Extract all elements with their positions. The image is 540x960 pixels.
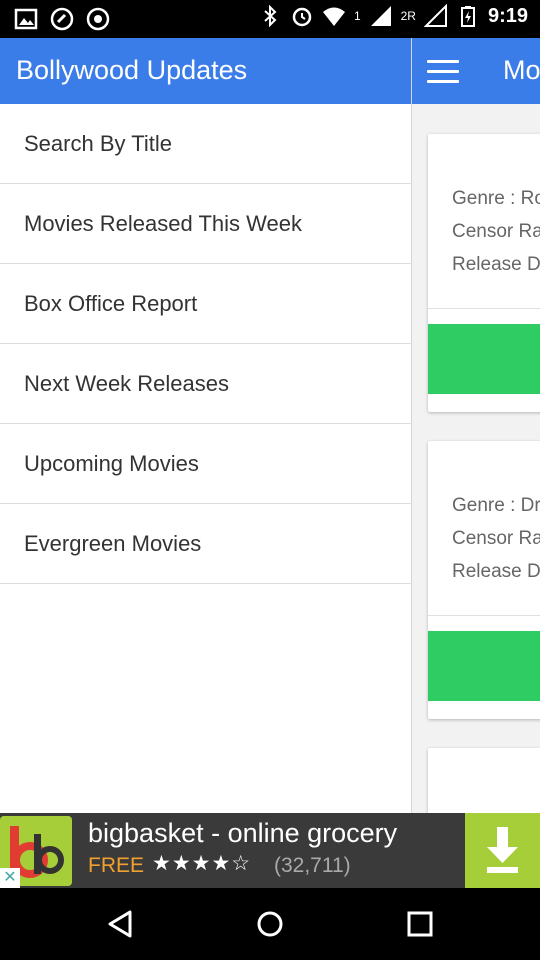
card-divider <box>428 308 540 309</box>
menu-item-search-by-title[interactable]: Search By Title <box>0 104 411 184</box>
menu-icon[interactable] <box>427 60 459 84</box>
menu-item-label: Next Week Releases <box>24 371 230 396</box>
card-censor: Censor Ra <box>452 528 540 549</box>
system-navigation-bar <box>0 888 540 960</box>
main-title: Mo <box>503 55 540 85</box>
alarm-icon <box>292 7 312 27</box>
menu-item-label: Upcoming Movies <box>24 451 199 476</box>
card-action-button[interactable] <box>428 631 540 701</box>
card-action-button[interactable] <box>428 324 540 394</box>
card-genre: Genre : Dr <box>452 495 540 516</box>
ad-rating-stars: ★★★★☆ <box>152 852 252 875</box>
back-icon[interactable] <box>100 904 140 944</box>
movie-card[interactable]: Genre : Dr Censor Ra Release D <box>428 441 540 719</box>
wifi-icon <box>322 7 345 26</box>
card-divider <box>428 615 540 616</box>
card-censor: Censor Ra <box>452 221 540 242</box>
chrome-icon <box>86 7 110 31</box>
ad-banner[interactable]: bigbasket - online grocery FREE ★★★★☆ (3… <box>0 813 540 888</box>
signal-icon <box>370 6 391 26</box>
sim1-label: 1 <box>353 9 361 23</box>
menu-item-upcoming-movies[interactable]: Upcoming Movies <box>0 424 411 504</box>
menu-item-label: Search By Title <box>24 131 172 156</box>
navigation-drawer: Bollywood Updates Search By Title Movies… <box>0 38 412 813</box>
battery-charging-icon <box>460 6 475 27</box>
drawer-header: Bollywood Updates <box>0 38 411 104</box>
menu-item-label: Movies Released This Week <box>24 211 302 236</box>
download-icon <box>487 827 518 873</box>
menu-item-label: Evergreen Movies <box>24 531 202 556</box>
drawer-title: Bollywood Updates <box>16 55 248 85</box>
ad-rating-count: (32,711) <box>274 854 351 877</box>
card-release: Release D <box>452 254 540 275</box>
home-icon[interactable] <box>250 904 290 944</box>
ad-download-button[interactable] <box>465 813 540 888</box>
menu-item-label: Box Office Report <box>24 291 198 316</box>
ad-close-icon[interactable]: ✕ <box>0 868 20 888</box>
card-genre: Genre : Ro <box>452 188 540 209</box>
sim2-label: 2R <box>400 9 416 23</box>
recent-apps-icon[interactable] <box>400 904 440 944</box>
drawer-menu: Search By Title Movies Released This Wee… <box>0 104 411 584</box>
phone-app-icon <box>50 7 74 31</box>
menu-item-evergreen-movies[interactable]: Evergreen Movies <box>0 504 411 584</box>
ad-title: bigbasket - online grocery <box>88 818 398 848</box>
menu-item-released-this-week[interactable]: Movies Released This Week <box>0 184 411 264</box>
movie-card[interactable]: Genre : Ro Censor Ra Release D <box>428 134 540 412</box>
gallery-icon <box>14 8 38 30</box>
ad-price: FREE <box>88 854 145 877</box>
menu-item-next-week-releases[interactable]: Next Week Releases <box>0 344 411 424</box>
card-release: Release D <box>452 561 540 582</box>
signal-icon-2 <box>423 4 447 27</box>
clock: 9:19 <box>487 4 528 27</box>
status-bar: 1 2R 9:19 <box>0 0 540 38</box>
bluetooth-icon <box>264 4 277 28</box>
menu-item-box-office-report[interactable]: Box Office Report <box>0 264 411 344</box>
